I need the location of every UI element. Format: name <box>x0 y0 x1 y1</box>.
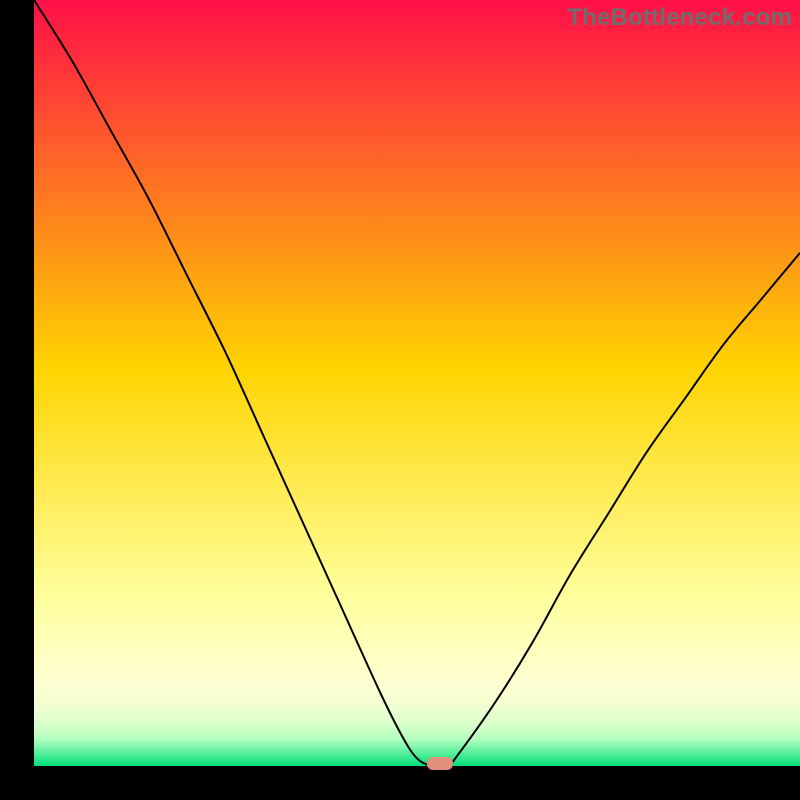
plot-background <box>34 0 800 766</box>
watermark-text: TheBottleneck.com <box>567 4 792 32</box>
optimal-point-marker <box>427 757 453 770</box>
bottleneck-chart <box>0 0 800 800</box>
chart-container: TheBottleneck.com <box>0 0 800 800</box>
